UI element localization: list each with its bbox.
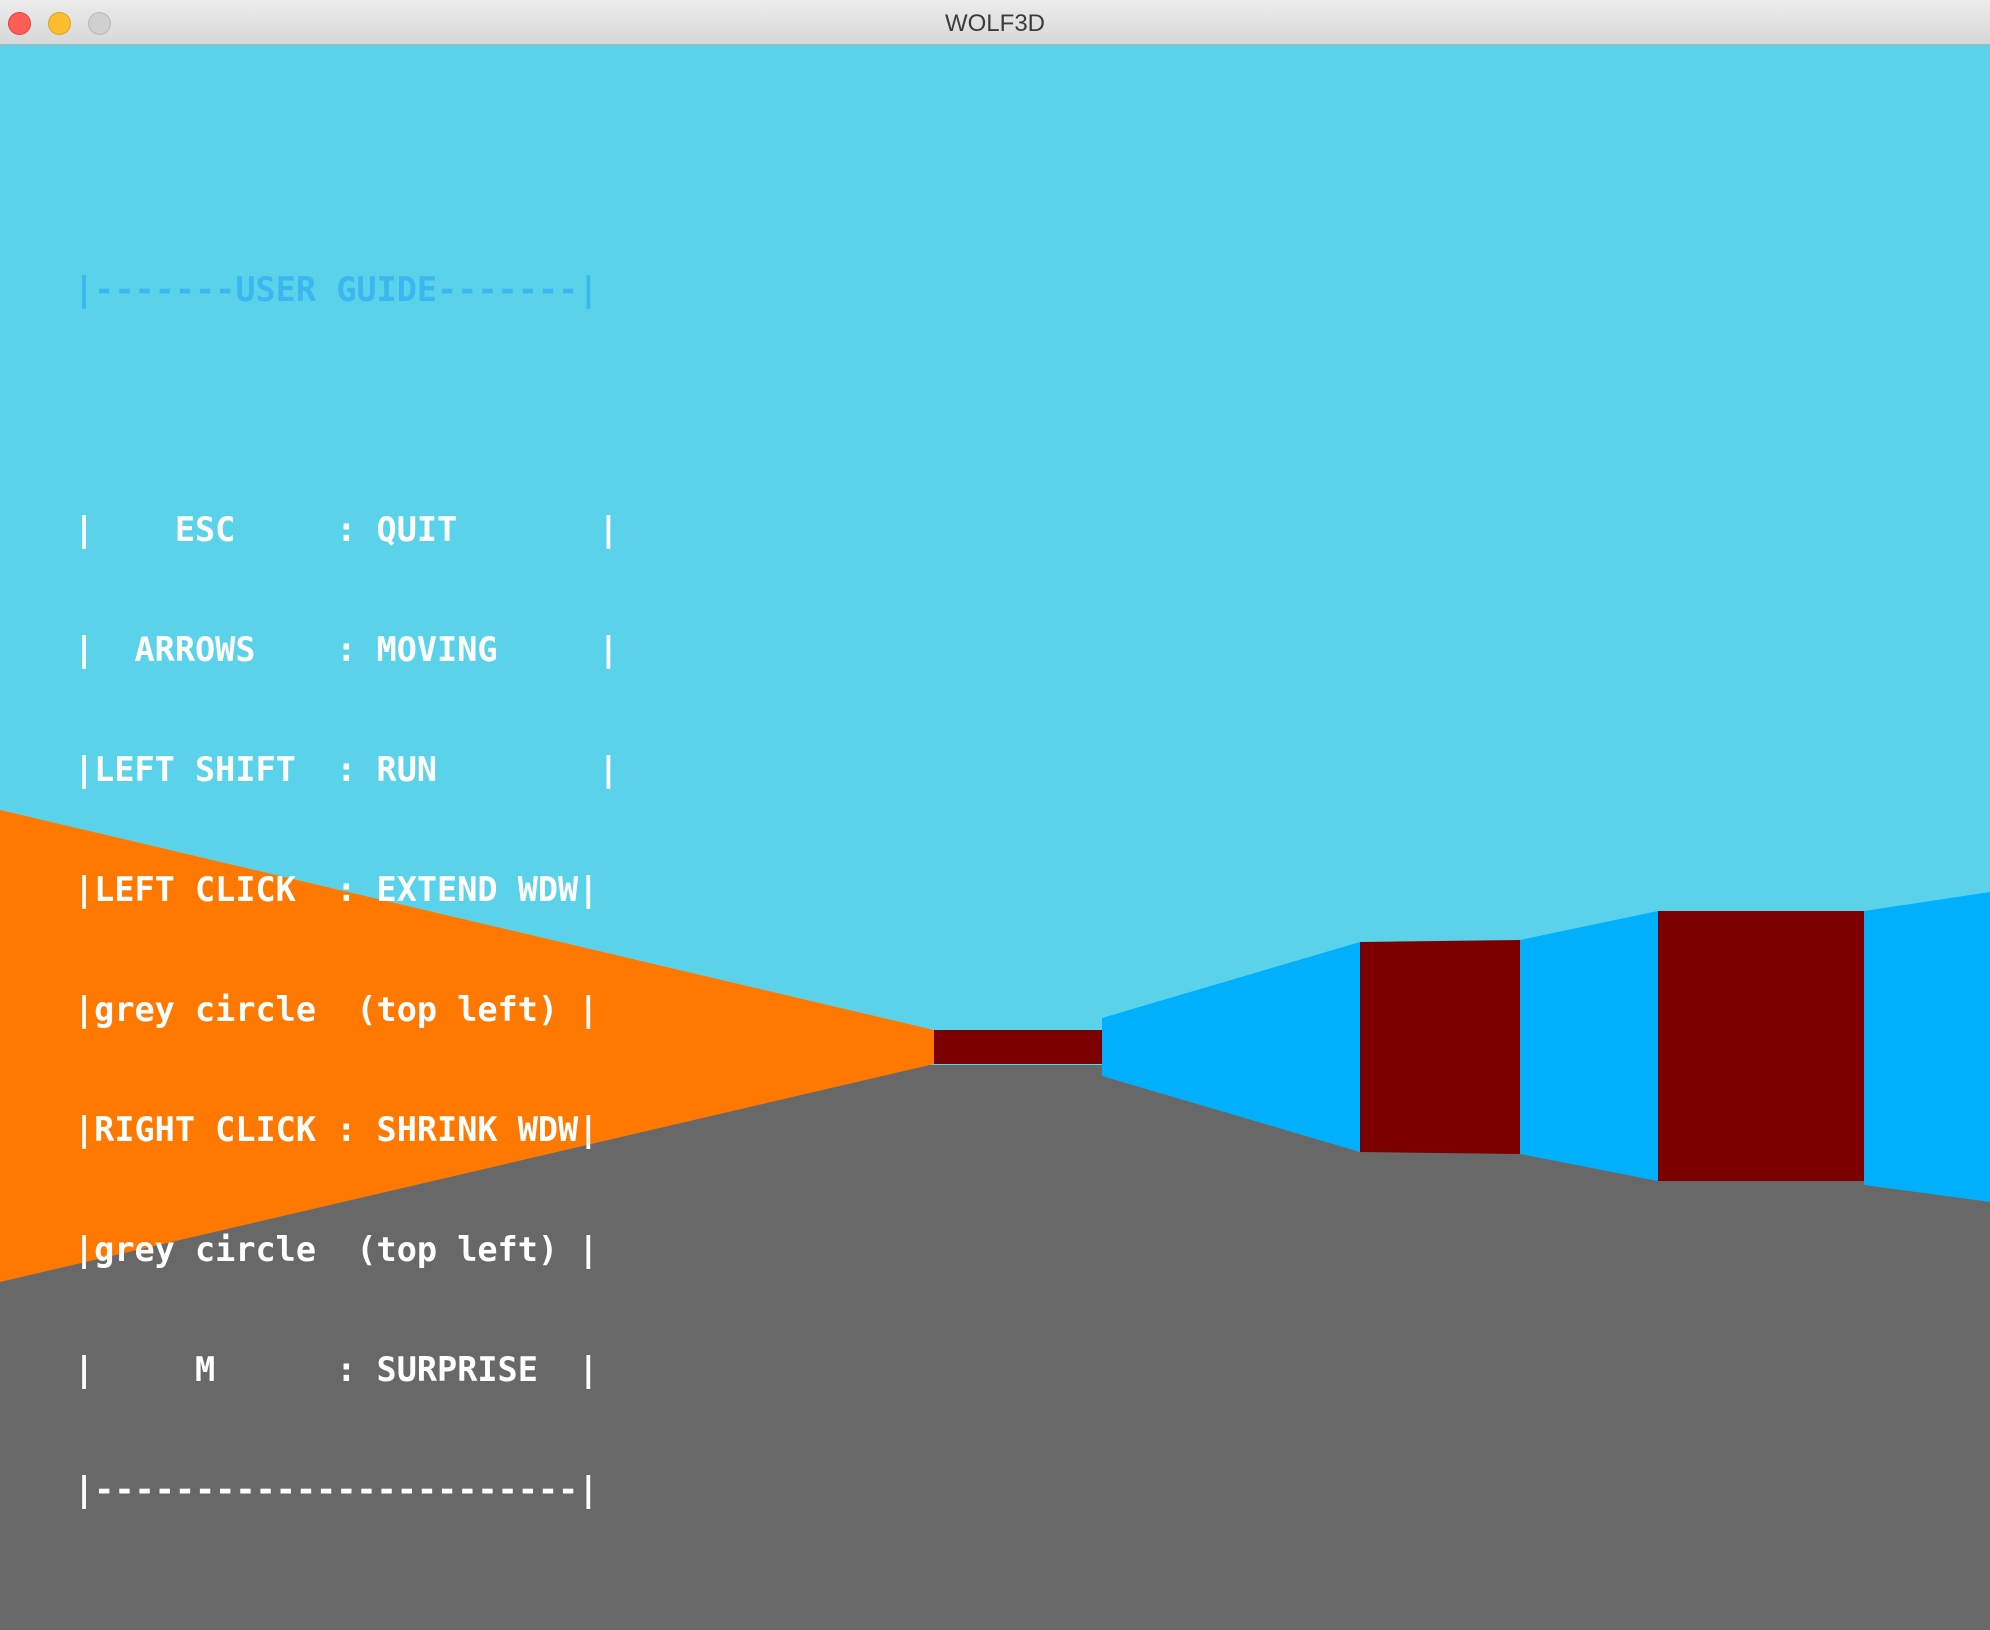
guide-line-left-shift: |LEFT SHIFT : RUN |: [74, 750, 619, 789]
guide-footer: |------------------------|: [74, 1470, 599, 1509]
app-window: WOLF3D |-------USER GUIDE-------| | ESC …: [0, 0, 1990, 1630]
guide-line-left-click: |LEFT CLICK : EXTEND WDW|: [74, 870, 599, 909]
window-title: WOLF3D: [944, 10, 1045, 37]
user-guide-spacer: [74, 390, 619, 430]
blue-wall-2: [1520, 911, 1658, 1181]
guide-line-m-key: | M : SURPRISE |: [74, 1350, 599, 1389]
dark-red-wall-1: [1360, 940, 1520, 1154]
dark-red-wall-2: [1658, 911, 1864, 1181]
blue-wall-3: [1864, 892, 1990, 1202]
title-bar[interactable]: WOLF3D: [0, 0, 1990, 45]
guide-line-left-click-note: |grey circle (top left) |: [74, 990, 599, 1029]
guide-line-right-click: |RIGHT CLICK : SHRINK WDW|: [74, 1110, 599, 1149]
user-guide-overlay: |-------USER GUIDE-------| | ESC : QUIT …: [74, 190, 619, 1590]
guide-line-right-click-note: |grey circle (top left) |: [74, 1230, 599, 1269]
dark-red-wall-center: [934, 1030, 1102, 1064]
user-guide-header: |-------USER GUIDE-------|: [74, 270, 599, 309]
guide-line-esc: | ESC : QUIT |: [74, 510, 619, 549]
game-viewport[interactable]: |-------USER GUIDE-------| | ESC : QUIT …: [0, 45, 1990, 1630]
guide-line-arrows: | ARROWS : MOVING |: [74, 630, 619, 669]
